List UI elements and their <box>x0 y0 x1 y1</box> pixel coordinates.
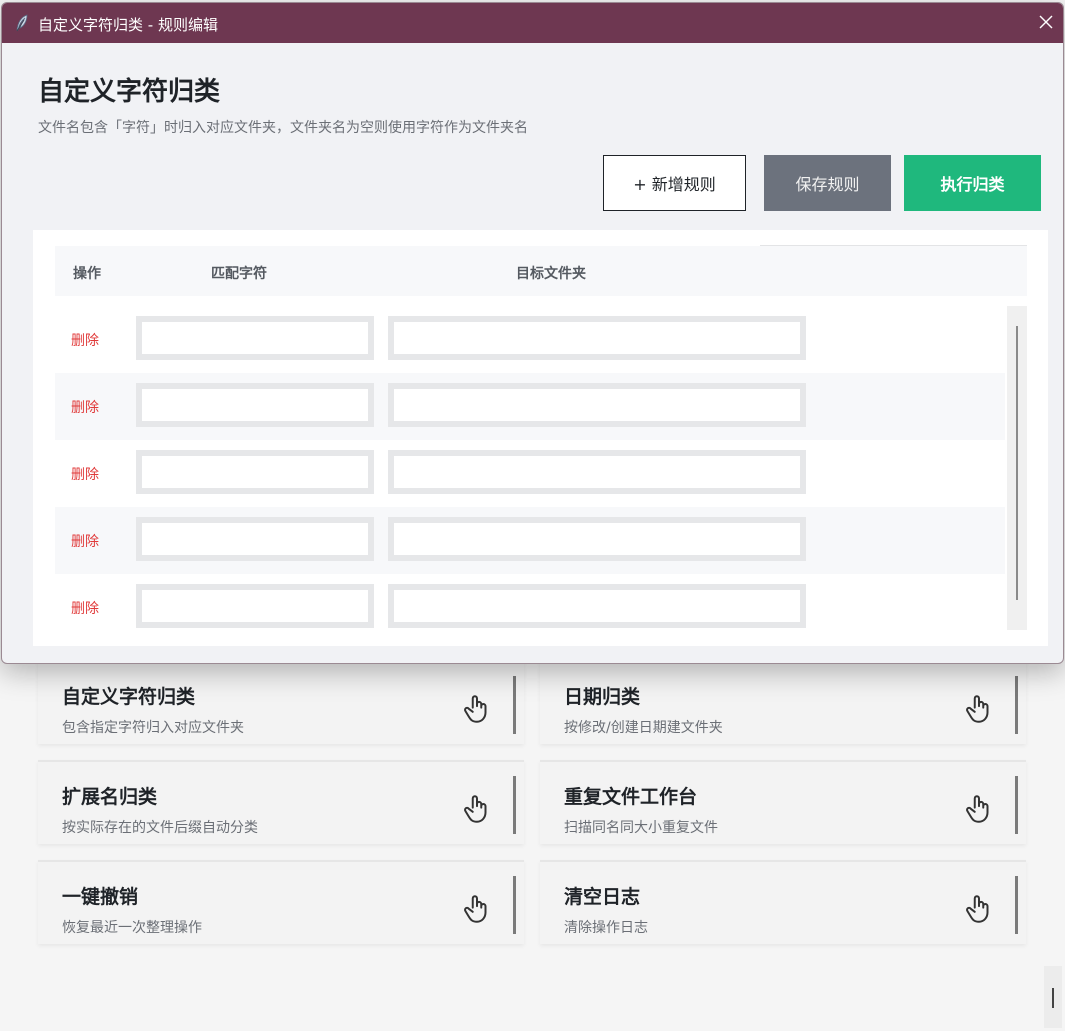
card-divider <box>1015 776 1018 834</box>
hand-pointer-icon[interactable] <box>962 792 996 826</box>
card-divider <box>513 776 516 834</box>
target-folder-input[interactable] <box>388 316 806 360</box>
window-title: 自定义字符归类 - 规则编辑 <box>38 16 218 34</box>
header-divider <box>760 245 1027 246</box>
card-subtitle: 按实际存在的文件后缀自动分类 <box>62 820 258 836</box>
table-row: 删除 <box>55 507 1005 574</box>
rules-scrollbar-thumb[interactable] <box>1016 326 1018 600</box>
table-row: 删除 <box>55 440 1005 507</box>
card-title: 扩展名归类 <box>62 786 158 808</box>
card-undo[interactable]: 一键撤销 恢复最近一次整理操作 <box>38 860 524 944</box>
card-title: 自定义字符归类 <box>62 686 196 708</box>
close-icon[interactable] <box>1035 11 1057 33</box>
card-subtitle: 扫描同名同大小重复文件 <box>564 820 718 836</box>
match-char-input[interactable] <box>136 517 374 561</box>
match-char-input[interactable] <box>136 316 374 360</box>
target-folder-input[interactable] <box>388 584 806 628</box>
rule-edit-dialog: 自定义字符归类 - 规则编辑 自定义字符归类 文件名包含「字符」时归入对应文件夹… <box>1 2 1064 664</box>
card-subtitle: 包含指定字符归入对应文件夹 <box>62 720 244 736</box>
card-divider <box>513 876 516 934</box>
save-rules-button[interactable]: 保存规则 <box>764 155 891 211</box>
delete-rule-link[interactable]: 删除 <box>71 330 99 350</box>
column-header-action: 操作 <box>73 266 101 282</box>
target-folder-input[interactable] <box>388 383 806 427</box>
delete-rule-link[interactable]: 删除 <box>71 598 99 618</box>
page-description: 文件名包含「字符」时归入对应文件夹，文件夹名为空则使用字符作为文件夹名 <box>38 120 528 136</box>
card-clear-log[interactable]: 清空日志 清除操作日志 <box>540 860 1026 944</box>
delete-rule-link[interactable]: 删除 <box>71 397 99 417</box>
add-rule-button[interactable]: + 新增规则 <box>603 155 746 211</box>
hand-pointer-icon[interactable] <box>460 892 494 926</box>
delete-rule-link[interactable]: 删除 <box>71 531 99 551</box>
rules-table-panel: 操作 匹配字符 目标文件夹 删除 删除 删除 删除 删除 <box>33 230 1048 646</box>
page-title: 自定义字符归类 <box>38 77 221 107</box>
delete-rule-link[interactable]: 删除 <box>71 464 99 484</box>
card-divider <box>1015 876 1018 934</box>
target-folder-input[interactable] <box>388 517 806 561</box>
column-header-match: 匹配字符 <box>211 266 267 282</box>
main-scrollbar[interactable] <box>1044 966 1062 1028</box>
table-header: 操作 匹配字符 目标文件夹 <box>55 245 1027 296</box>
card-subtitle: 按修改/创建日期建文件夹 <box>564 720 723 736</box>
card-title: 日期归类 <box>564 686 641 708</box>
card-extension[interactable]: 扩展名归类 按实际存在的文件后缀自动分类 <box>38 760 524 844</box>
column-header-target: 目标文件夹 <box>516 266 586 282</box>
target-folder-input[interactable] <box>388 450 806 494</box>
card-custom-char[interactable]: 自定义字符归类 包含指定字符归入对应文件夹 <box>38 660 524 744</box>
match-char-input[interactable] <box>136 383 374 427</box>
match-char-input[interactable] <box>136 584 374 628</box>
card-title: 一键撤销 <box>62 886 139 908</box>
feather-icon <box>16 14 28 32</box>
card-subtitle: 恢复最近一次整理操作 <box>62 920 202 936</box>
card-divider <box>513 676 516 734</box>
match-char-input[interactable] <box>136 450 374 494</box>
rules-scrollbar[interactable] <box>1007 306 1027 630</box>
hand-pointer-icon[interactable] <box>962 692 996 726</box>
hand-pointer-icon[interactable] <box>460 692 494 726</box>
card-duplicate[interactable]: 重复文件工作台 扫描同名同大小重复文件 <box>540 760 1026 844</box>
table-row: 删除 <box>55 574 1005 641</box>
card-title: 重复文件工作台 <box>564 786 698 808</box>
run-classify-button[interactable]: 执行归类 <box>904 155 1041 211</box>
card-divider <box>1015 676 1018 734</box>
main-scrollbar-thumb[interactable] <box>1052 988 1054 1008</box>
table-row: 删除 <box>55 373 1005 440</box>
card-title: 清空日志 <box>564 886 641 908</box>
hand-pointer-icon[interactable] <box>962 892 996 926</box>
dialog-titlebar[interactable]: 自定义字符归类 - 规则编辑 <box>2 3 1063 43</box>
hand-pointer-icon[interactable] <box>460 792 494 826</box>
card-date[interactable]: 日期归类 按修改/创建日期建文件夹 <box>540 660 1026 744</box>
table-row: 删除 <box>55 306 1005 373</box>
card-subtitle: 清除操作日志 <box>564 920 648 936</box>
